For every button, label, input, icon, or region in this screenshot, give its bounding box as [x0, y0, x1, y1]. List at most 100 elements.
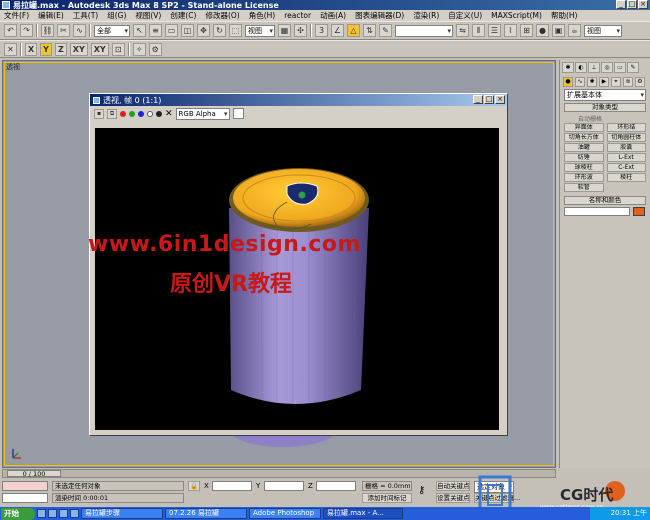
- quick-render-icon[interactable]: ☕: [568, 24, 581, 37]
- redo-icon[interactable]: ↷: [20, 24, 33, 37]
- chamfer-box-button[interactable]: 切角长方体: [564, 133, 604, 142]
- transform-type-in-icon[interactable]: ✧: [132, 42, 146, 56]
- named-selection-sets-dropdown[interactable]: [395, 24, 453, 37]
- render-maximize-button[interactable]: □: [484, 95, 494, 104]
- menu-file[interactable]: 文件(F): [4, 10, 29, 21]
- viewport-label[interactable]: 透视: [6, 62, 20, 72]
- restrict-plane-cycle-button[interactable]: XY: [90, 42, 109, 56]
- edit-named-sel-icon[interactable]: ✎: [379, 24, 392, 37]
- taskbar-item-steps-folder[interactable]: 易拉罐步骤: [81, 508, 163, 519]
- save-image-icon[interactable]: ▪: [94, 108, 104, 119]
- prism-button[interactable]: 棱柱: [606, 173, 646, 182]
- quicklaunch-media-icon[interactable]: [70, 509, 79, 518]
- l-ext-button[interactable]: L-Ext: [606, 153, 646, 162]
- menu-reactor[interactable]: reactor: [284, 11, 311, 20]
- hedra-button[interactable]: 异面体: [564, 123, 604, 132]
- restrict-z-button[interactable]: Z: [54, 42, 67, 56]
- link-icon[interactable]: ⛓: [41, 24, 54, 37]
- restrict-x-button[interactable]: X: [25, 42, 38, 56]
- menu-graph-editors[interactable]: 图表编辑器(D): [355, 10, 404, 21]
- reference-coordinate-dropdown[interactable]: 视图: [245, 24, 275, 37]
- y-coordinate-field[interactable]: [264, 481, 304, 491]
- menu-create[interactable]: 创建(C): [170, 10, 196, 21]
- clone-window-icon[interactable]: ⧉: [107, 108, 117, 119]
- curve-editor-icon[interactable]: ⌇: [504, 24, 517, 37]
- bind-space-warp-icon[interactable]: ∿: [73, 24, 86, 37]
- material-editor-icon[interactable]: ●: [536, 24, 549, 37]
- menu-tools[interactable]: 工具(T): [73, 10, 98, 21]
- shapes-icon[interactable]: ∿: [575, 77, 585, 87]
- pixel-color-swatch[interactable]: [232, 108, 244, 119]
- red-channel-icon[interactable]: [120, 110, 126, 117]
- alpha-channel-icon[interactable]: [147, 110, 153, 117]
- utilities-tab-icon[interactable]: ✎: [627, 62, 639, 73]
- system-tray-clock[interactable]: 20:31 上午: [590, 507, 650, 520]
- oil-tank-button[interactable]: 油罐: [564, 143, 604, 152]
- x-coordinate-field[interactable]: [212, 481, 252, 491]
- modify-tab-icon[interactable]: ◐: [575, 62, 587, 73]
- object-color-swatch[interactable]: [633, 207, 645, 216]
- rect-selection-icon[interactable]: ▭: [165, 24, 178, 37]
- hose-button[interactable]: 软管: [564, 183, 604, 192]
- quicklaunch-folder-icon[interactable]: [59, 509, 68, 518]
- torus-knot-button[interactable]: 环形结: [606, 123, 646, 132]
- menu-views[interactable]: 视图(V): [135, 10, 161, 21]
- menu-maxscript[interactable]: MAXScript(M): [491, 11, 542, 20]
- c-ext-button[interactable]: C-Ext: [606, 163, 646, 172]
- maximize-button[interactable]: □: [627, 0, 637, 9]
- selection-filter-dropdown[interactable]: 全部: [94, 24, 130, 37]
- select-rotate-icon[interactable]: ↻: [213, 24, 226, 37]
- window-crossing-icon[interactable]: ◫: [181, 24, 194, 37]
- percent-snap-icon[interactable]: △: [347, 24, 360, 37]
- z-coordinate-field[interactable]: [316, 481, 356, 491]
- lights-icon[interactable]: ✺: [587, 77, 597, 87]
- maxscript-output-field[interactable]: [2, 493, 48, 503]
- minimize-button[interactable]: _: [616, 0, 626, 9]
- select-object-icon[interactable]: ↖: [133, 24, 146, 37]
- snap-options-icon[interactable]: ⊡: [111, 42, 125, 56]
- select-move-icon[interactable]: ✥: [197, 24, 210, 37]
- auto-key-button[interactable]: 自动关键点: [436, 481, 470, 491]
- spinner-snap-icon[interactable]: ⇅: [363, 24, 376, 37]
- unlink-icon[interactable]: ✂: [57, 24, 70, 37]
- space-warps-icon[interactable]: ≋: [623, 77, 633, 87]
- render-view-dropdown[interactable]: 视图: [584, 24, 622, 37]
- taskbar-item-3dsmax[interactable]: 易拉罐.max - A...: [323, 508, 403, 519]
- chamfer-cyl-button[interactable]: 切角圆柱体: [606, 133, 646, 142]
- schematic-view-icon[interactable]: ⊞: [520, 24, 533, 37]
- render-scene-icon[interactable]: ▣: [552, 24, 565, 37]
- close-toolbar-icon[interactable]: ✕: [4, 42, 17, 56]
- 3dsmax-app-icon[interactable]: [2, 1, 10, 9]
- monochrome-icon[interactable]: [156, 110, 162, 117]
- pivot-center-icon[interactable]: ▦: [278, 24, 291, 37]
- undo-icon[interactable]: ↶: [4, 24, 17, 37]
- align-icon[interactable]: ⫴: [472, 24, 485, 37]
- select-manipulate-icon[interactable]: ✣: [294, 24, 307, 37]
- geometry-icon[interactable]: ●: [563, 77, 573, 87]
- menu-customize[interactable]: 自定义(U): [448, 10, 482, 21]
- lock-selection-icon[interactable]: 🔒: [188, 481, 200, 491]
- close-button[interactable]: ×: [638, 0, 648, 9]
- angle-snap-icon[interactable]: ∠: [331, 24, 344, 37]
- quicklaunch-desktop-icon[interactable]: [48, 509, 57, 518]
- menu-group[interactable]: 组(G): [107, 10, 126, 21]
- layer-manager-icon[interactable]: ☰: [488, 24, 501, 37]
- menu-animation[interactable]: 动画(A): [320, 10, 346, 21]
- motion-tab-icon[interactable]: ◎: [601, 62, 613, 73]
- start-button[interactable]: 开始: [1, 507, 35, 520]
- clear-icon[interactable]: ✕: [165, 109, 173, 119]
- auto-grid-checkbox[interactable]: 自动栅格: [564, 114, 646, 123]
- key-mode-icon[interactable]: ⚷: [418, 485, 425, 496]
- menu-character[interactable]: 角色(H): [249, 10, 276, 21]
- helpers-icon[interactable]: ⌖: [611, 77, 621, 87]
- select-scale-icon[interactable]: ⬚: [229, 24, 242, 37]
- object-type-rollout-header[interactable]: 对象类型: [564, 103, 646, 112]
- add-time-tag-button[interactable]: 添加时间标记: [362, 493, 412, 503]
- time-slider[interactable]: 0 / 100: [7, 470, 61, 477]
- systems-icon[interactable]: ⚙: [635, 77, 645, 87]
- display-channel-dropdown[interactable]: RGB Alpha: [175, 107, 230, 120]
- hierarchy-tab-icon[interactable]: ⊥: [588, 62, 600, 73]
- object-name-input[interactable]: [564, 207, 630, 216]
- menu-edit[interactable]: 编辑(E): [38, 10, 64, 21]
- menu-modifiers[interactable]: 修改器(O): [205, 10, 239, 21]
